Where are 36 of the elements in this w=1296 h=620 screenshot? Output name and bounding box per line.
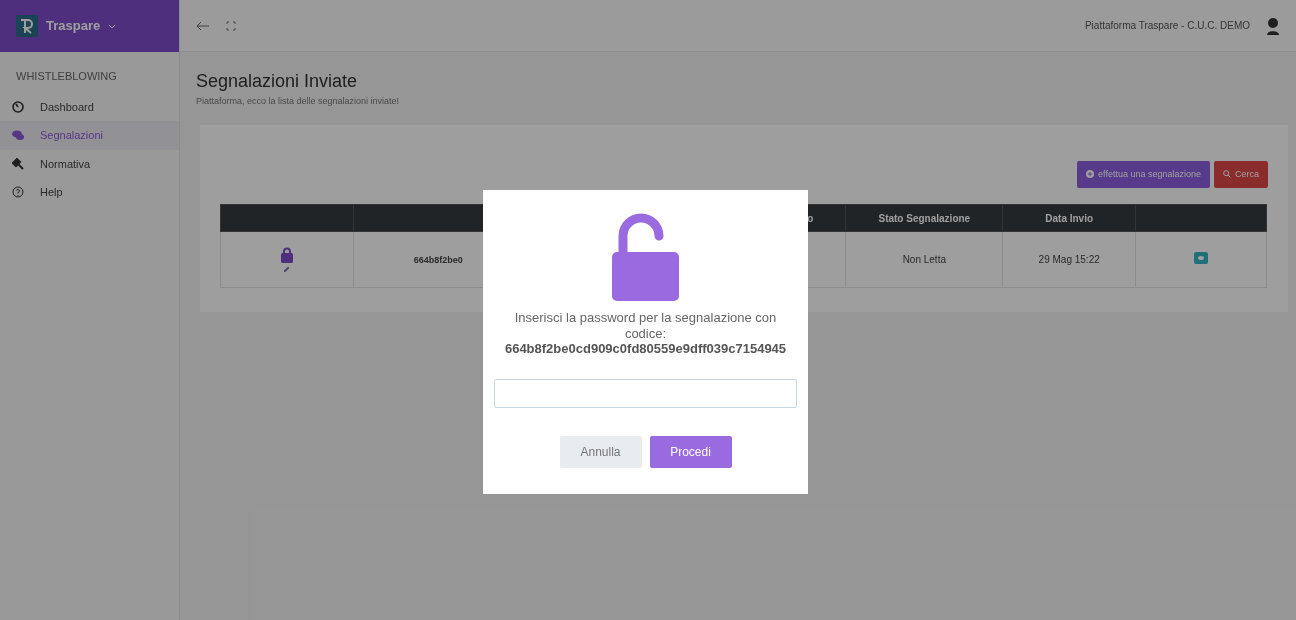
logo-icon (16, 15, 38, 37)
search-button[interactable]: Cerca (1214, 160, 1268, 188)
column-header: Stato Segnalazione (878, 212, 971, 224)
sidebar-item[interactable]: Segnalazioni (0, 121, 179, 150)
cancel-button[interactable]: Annulla (559, 435, 642, 468)
search-icon (1223, 170, 1231, 179)
brand-name[interactable]: Traspare (46, 16, 101, 36)
plus-circle-icon (1086, 170, 1095, 179)
password-field[interactable] (494, 378, 797, 408)
back-arrow-icon[interactable] (196, 20, 210, 31)
user-avatar-icon[interactable] (1266, 16, 1280, 35)
pencil-icon[interactable] (284, 267, 290, 272)
page-subtitle: Piattaforma, ecco la lista delle segnalazioni inviate! (196, 95, 401, 108)
table-cell: 29 Mag 15:22 (1038, 254, 1100, 265)
new-report-button[interactable]: effettua una segnalazione (1077, 160, 1210, 188)
help-circle-icon (12, 186, 24, 199)
sidebar-item[interactable]: Dashboard (0, 92, 179, 121)
sidebar-section-title: WHISTLEBLOWING (15, 69, 118, 84)
eye-icon (1198, 255, 1205, 260)
page-title: Segnalazioni Inviate (196, 70, 359, 93)
fullscreen-icon[interactable] (226, 20, 236, 31)
chat-bubbles-icon (12, 129, 24, 142)
table-cell: 664b8f2be0 (413, 254, 463, 265)
platform-title: Piattaforma Traspare - C.U.C. DEMO (1084, 19, 1250, 33)
password-prompt: Inserisci la password per la segnalazione con codice: 664b8f2be0cd909c0fd80559e9dff039c7154945 (503, 310, 788, 357)
sidebar-item[interactable]: Help (0, 178, 179, 207)
view-button[interactable] (1194, 251, 1209, 264)
gavel-icon (12, 157, 24, 170)
proceed-button[interactable]: Procedi (649, 435, 732, 468)
open-padlock-icon (610, 212, 681, 302)
sidebar-item[interactable]: Normativa (0, 149, 179, 178)
column-header: o (807, 212, 814, 224)
gauge-icon (12, 100, 24, 113)
chevron-down-icon[interactable] (108, 23, 117, 29)
column-header: Data Invio (1045, 212, 1094, 224)
table-cell: Non Letta (902, 254, 946, 265)
